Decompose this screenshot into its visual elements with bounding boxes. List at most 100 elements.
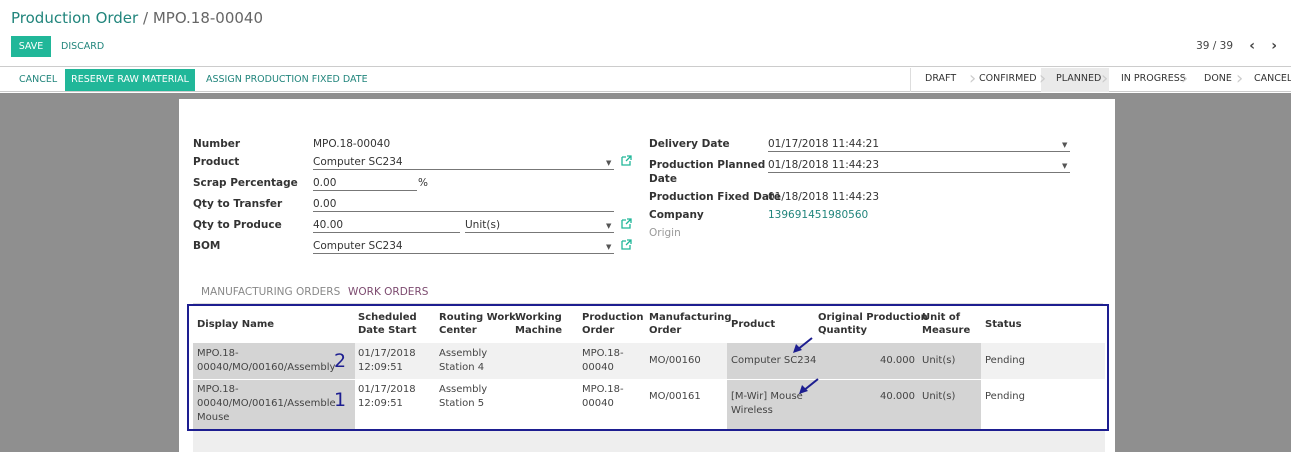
manufacturing-order-cell: MO/00161 xyxy=(649,391,701,402)
state-draft[interactable]: DRAFT xyxy=(925,68,956,92)
pager-value: 39 / 39 xyxy=(1196,40,1233,52)
display-name-cell: Mouse xyxy=(197,412,230,423)
column-header: Scheduled xyxy=(358,312,417,323)
manufacturing-order-cell: MO/00160 xyxy=(649,355,701,366)
column-header: Date Start xyxy=(358,325,417,336)
state-in-progress[interactable]: IN PROGRESS xyxy=(1121,68,1186,92)
qty-transfer-field[interactable]: 0.00 xyxy=(313,197,614,212)
column-header: Working xyxy=(515,312,562,323)
production-order-cell: MPO.18- xyxy=(582,348,624,359)
column-header: Quantity xyxy=(818,325,867,336)
delivery-date-field[interactable]: 01/17/2018 11:44:21 xyxy=(768,137,1070,152)
planned-date-field[interactable]: 01/18/2018 11:44:23 xyxy=(768,158,1070,173)
breadcrumb: Production Order / MPO.18-00040 xyxy=(11,9,263,27)
table-footer xyxy=(193,431,1105,452)
annotation-marker: 2 xyxy=(334,350,347,372)
number-value: MPO.18-00040 xyxy=(313,138,391,150)
scheduled-date-cell: 12:09:51 xyxy=(358,398,403,409)
tab-manufacturing-orders[interactable]: MANUFACTURING ORDERS xyxy=(201,286,340,298)
production-order-cell: 00040 xyxy=(582,398,614,409)
uom-cell: Unit(s) xyxy=(922,355,956,366)
annotation-marker: 1 xyxy=(334,389,347,411)
display-name-cell: 00040/MO/00161/Assemble xyxy=(197,398,336,409)
tab-work-orders[interactable]: WORK ORDERS xyxy=(348,286,428,298)
caret-down-icon[interactable]: ▼ xyxy=(606,243,611,251)
bom-label: BOM xyxy=(193,240,221,252)
company-label: Company xyxy=(649,209,704,221)
external-link-icon[interactable] xyxy=(621,218,632,229)
display-name-cell: MPO.18- xyxy=(197,384,239,395)
product-cell: [M-Wir] Mouse xyxy=(731,391,803,402)
status-cell: Pending xyxy=(985,355,1025,366)
column-header: Manufacturing xyxy=(649,312,732,323)
work-center-cell: Station 5 xyxy=(439,398,485,409)
column-header: Original Production xyxy=(818,312,928,323)
scrap-unit: % xyxy=(418,177,428,189)
scrap-percentage-label: Scrap Percentage xyxy=(193,177,298,189)
chevron-right-icon: › xyxy=(1181,68,1189,89)
work-center-cell: Assembly xyxy=(439,348,488,359)
breadcrumb-separator: / xyxy=(142,9,149,27)
qty-transfer-label: Qty to Transfer xyxy=(193,198,283,210)
scheduled-date-cell: 12:09:51 xyxy=(358,362,403,373)
statusbar: CANCEL RESERVE RAW MATERIAL ASSIGN PRODU… xyxy=(0,68,1291,92)
caret-down-icon[interactable]: ▼ xyxy=(1062,162,1067,170)
chevron-left-icon[interactable]: ‹ xyxy=(1249,38,1255,54)
work-center-cell: Assembly xyxy=(439,384,488,395)
scrap-percentage-field[interactable]: 0.00 xyxy=(313,176,417,191)
breadcrumb-root[interactable]: Production Order xyxy=(11,9,138,27)
uom-cell: Unit(s) xyxy=(922,391,956,402)
qty-produce-field[interactable]: 40.00 xyxy=(313,218,460,233)
company-link[interactable]: 139691451980560 xyxy=(768,209,868,221)
column-header: Order xyxy=(582,325,615,336)
work-center-cell: Station 4 xyxy=(439,362,485,373)
display-name-cell: 00040/MO/00160/Assembly xyxy=(197,362,336,373)
external-link-icon[interactable] xyxy=(621,155,632,166)
column-header: Center xyxy=(439,325,477,336)
annotation-arrow-icon xyxy=(799,378,819,394)
caret-down-icon[interactable]: ▼ xyxy=(606,222,611,230)
chevron-right-icon[interactable]: › xyxy=(1271,38,1277,54)
breadcrumb-current: MPO.18-00040 xyxy=(152,9,263,27)
control-panel: Production Order / MPO.18-00040 SAVE DIS… xyxy=(0,0,1291,67)
uom-field[interactable]: Unit(s) xyxy=(465,218,614,233)
state-done[interactable]: DONE xyxy=(1204,68,1232,92)
scheduled-date-cell: 01/17/2018 xyxy=(358,384,416,395)
column-header: Measure xyxy=(922,325,971,336)
caret-down-icon[interactable]: ▼ xyxy=(1062,141,1067,149)
cancel-button[interactable]: CANCEL xyxy=(19,69,57,91)
chevron-right-icon: › xyxy=(969,68,977,89)
display-name-cell: MPO.18- xyxy=(197,348,239,359)
scheduled-date-cell: 01/17/2018 xyxy=(358,348,416,359)
column-header: Unit of xyxy=(922,312,961,323)
state-cancel[interactable]: CANCEL xyxy=(1254,68,1291,92)
assign-fixed-date-button[interactable]: ASSIGN PRODUCTION FIXED DATE xyxy=(206,69,368,91)
chevron-right-icon: › xyxy=(1236,68,1244,89)
delivery-date-label: Delivery Date xyxy=(649,138,730,150)
annotation-arrow-icon xyxy=(793,337,813,353)
product-label: Product xyxy=(193,156,240,168)
fixed-date-value: 01/18/2018 11:44:23 xyxy=(768,191,880,203)
external-link-icon[interactable] xyxy=(621,239,632,250)
caret-down-icon[interactable]: ▼ xyxy=(606,159,611,167)
discard-button[interactable]: DISCARD xyxy=(61,41,104,52)
chevron-right-icon: › xyxy=(1039,68,1047,89)
state-planned[interactable]: PLANNED xyxy=(1041,68,1109,92)
state-selector: DRAFT CONFIRMED PLANNED IN PROGRESS DONE CANC… xyxy=(910,68,1291,92)
column-header: Product xyxy=(731,319,776,330)
bom-field[interactable]: Computer SC234 xyxy=(313,239,614,254)
product-cell: Computer SC234 xyxy=(731,355,817,366)
column-header: Order xyxy=(649,325,682,336)
state-confirmed[interactable]: CONFIRMED xyxy=(979,68,1037,92)
product-cell: Wireless xyxy=(731,405,773,416)
column-header: Status xyxy=(985,319,1022,330)
origin-label: Origin xyxy=(649,227,681,239)
column-header: Production xyxy=(582,312,644,323)
save-button[interactable]: SAVE xyxy=(11,36,51,57)
fixed-date-label: Production Fixed Date xyxy=(649,191,782,203)
planned-date-label-line2: Date xyxy=(649,173,677,185)
quantity-cell: 40.000 xyxy=(880,355,915,366)
column-header: Machine xyxy=(515,325,563,336)
product-field[interactable]: Computer SC234 xyxy=(313,155,614,170)
reserve-raw-material-button[interactable]: RESERVE RAW MATERIAL xyxy=(65,69,195,91)
